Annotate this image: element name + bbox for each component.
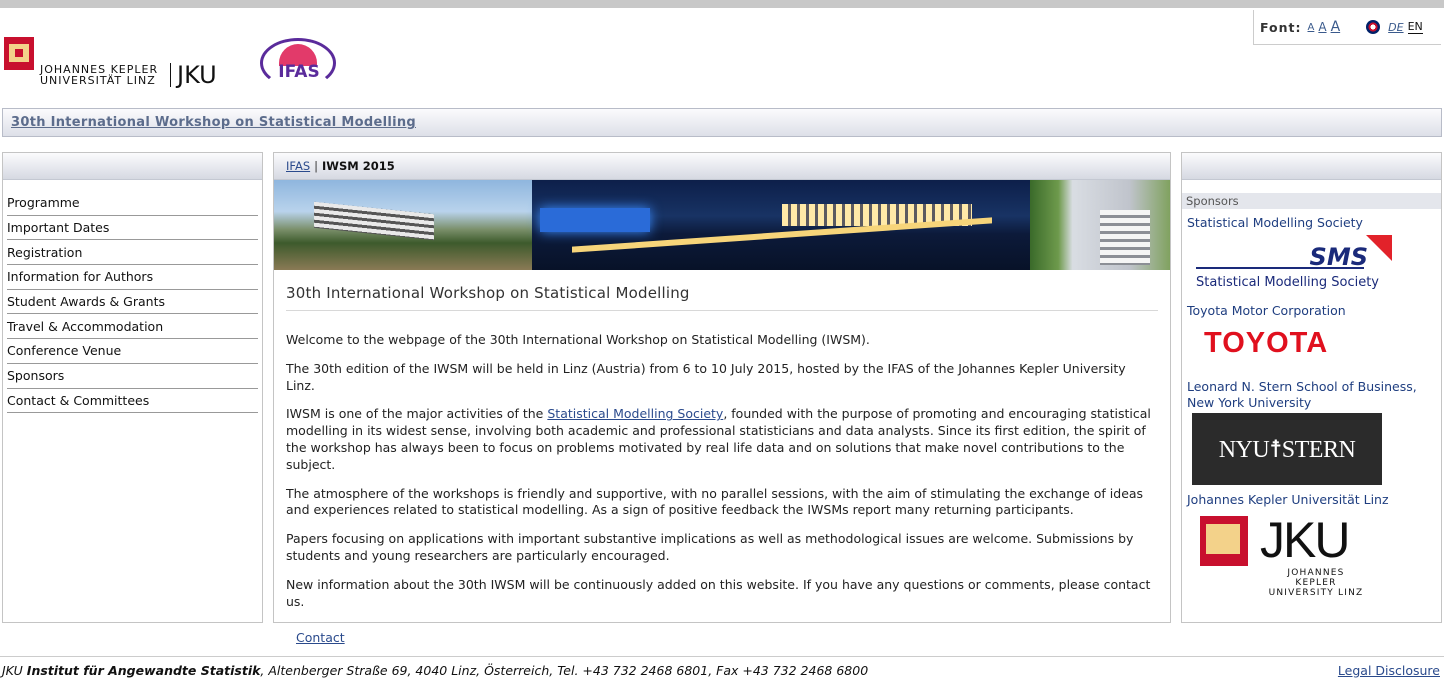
language-de-link[interactable]: DE <box>1388 21 1403 34</box>
ifas-logo[interactable]: IFAS <box>258 38 340 92</box>
sidebar-item-travel[interactable]: Travel & Accommodation <box>7 314 258 340</box>
sidebar-item-programme[interactable]: Programme <box>7 191 258 216</box>
breadcrumb-current: IWSM 2015 <box>322 159 395 173</box>
sidebar-item-information-for-authors[interactable]: Information for Authors <box>7 265 258 290</box>
papers-paragraph: Papers focusing on applications with imp… <box>286 531 1134 563</box>
language-en-active: EN <box>1407 20 1423 34</box>
sidebar-item-contact[interactable]: Contact & Committees <box>7 389 258 414</box>
breadcrumb-home-link[interactable]: IFAS <box>286 159 310 173</box>
font-size-switcher: Font: A A A DE EN <box>1253 10 1441 45</box>
sidebar-item-student-awards[interactable]: Student Awards & Grants <box>7 290 258 315</box>
font-size-large-link[interactable]: A <box>1331 19 1341 35</box>
jku-logo-short: JKU <box>170 63 217 87</box>
sponsors-panel: Sponsors Statistical Modelling Society S… <box>1181 152 1442 623</box>
sidebar-nav: Programme Important Dates Registration I… <box>2 152 263 623</box>
sponsors-heading: Sponsors <box>1182 193 1441 209</box>
sponsors-header <box>1182 153 1441 180</box>
intro-paragraph: Welcome to the webpage of the 30th Inter… <box>286 332 870 347</box>
society-paragraph: IWSM is one of the major activities of t… <box>286 406 1151 472</box>
atmosphere-paragraph: The atmosphere of the workshops is frien… <box>286 485 1144 518</box>
breadcrumb-separator: | <box>314 159 318 173</box>
sidebar-item-label[interactable]: Contact & Committees <box>7 393 149 408</box>
sidebar-item-important-dates[interactable]: Important Dates <box>7 216 258 241</box>
sms-link[interactable]: Statistical Modelling Society <box>547 406 723 421</box>
contact-link[interactable]: Contact <box>296 630 345 645</box>
news-paragraph: New information about the 30th IWSM will… <box>286 576 1151 609</box>
sponsor-toyota-link[interactable]: Toyota Motor Corporation <box>1182 303 1441 319</box>
font-size-small-link[interactable]: A <box>1308 22 1315 33</box>
font-size-medium-link[interactable]: A <box>1318 20 1326 34</box>
sidebar-header <box>3 153 262 180</box>
site-title-bar: 30th International Workshop on Statistic… <box>2 108 1442 137</box>
sidebar-item-label[interactable]: Registration <box>7 245 82 260</box>
jku-logo-line2: UNIVERSITÄT LINZ <box>40 74 156 87</box>
sponsor-sms-link[interactable]: Statistical Modelling Society <box>1182 215 1441 231</box>
sms-logo[interactable]: SMS Statistical Modelling Society <box>1196 235 1392 297</box>
sidebar-item-registration[interactable]: Registration <box>7 240 258 266</box>
jku-sponsor-logo[interactable]: JKU JOHANNES KEPLER UNIVERSITY LINZ <box>1200 514 1441 598</box>
top-bar <box>0 0 1444 8</box>
jku-logo[interactable]: JOHANNES KEPLER UNIVERSITÄT LINZ JKU <box>4 37 224 93</box>
sponsor-nyu-stern-link[interactable]: Leonard N. Stern School of Business, New… <box>1182 379 1441 411</box>
sidebar-item-label[interactable]: Information for Authors <box>7 269 153 284</box>
sidebar-item-label[interactable]: Programme <box>7 195 80 210</box>
sidebar-item-label[interactable]: Travel & Accommodation <box>7 319 163 334</box>
footer-address: JKU Institut für Angewandte Statistik, A… <box>2 663 869 678</box>
sidebar-item-sponsors[interactable]: Sponsors <box>7 364 258 389</box>
sponsor-jku-link[interactable]: Johannes Kepler Universität Linz <box>1182 492 1441 508</box>
sidebar-item-conference-venue[interactable]: Conference Venue <box>7 339 258 364</box>
sidebar-item-label[interactable]: Conference Venue <box>7 343 121 358</box>
page-title: 30th International Workshop on Statistic… <box>286 284 1158 311</box>
jku-crest-icon <box>4 37 34 70</box>
jku-crest-icon <box>1200 516 1248 566</box>
ifas-logo-text: IFAS <box>278 62 320 82</box>
footer-divider <box>0 656 1444 657</box>
legal-disclosure-link[interactable]: Legal Disclosure <box>1338 663 1440 678</box>
sidebar-item-label[interactable]: Sponsors <box>7 368 64 383</box>
site-title-link[interactable]: 30th International Workshop on Statistic… <box>11 115 416 130</box>
nyu-stern-logo[interactable]: NYU☨STERN <box>1192 413 1382 485</box>
footer-institute: Institut für Angewandte Statistik <box>26 663 261 678</box>
font-label: Font: <box>1260 19 1302 35</box>
sidebar-item-label[interactable]: Important Dates <box>7 220 109 235</box>
banner-image <box>274 180 1170 270</box>
main-content-panel: IFAS | IWSM 2015 30th International Work… <box>273 152 1171 623</box>
edition-paragraph: The 30th edition of the IWSM will be hel… <box>286 360 1126 393</box>
sidebar-item-label[interactable]: Student Awards & Grants <box>7 294 165 309</box>
uk-flag-icon <box>1366 20 1381 34</box>
breadcrumb: IFAS | IWSM 2015 <box>274 153 1170 180</box>
toyota-logo[interactable]: TOYOTA <box>1204 327 1441 371</box>
article: 30th International Workshop on Statistic… <box>274 284 1170 610</box>
